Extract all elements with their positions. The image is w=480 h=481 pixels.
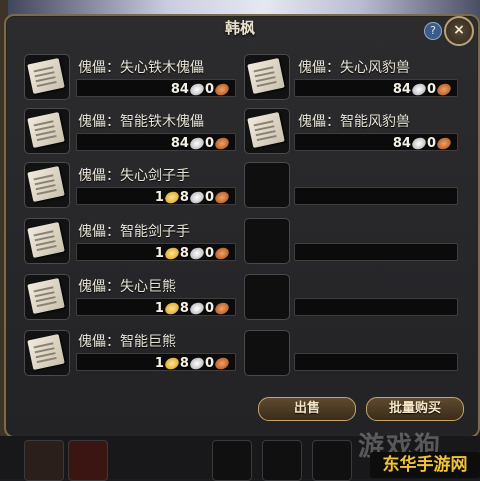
scroll-icon[interactable] (24, 330, 70, 376)
scroll-icon[interactable] (24, 108, 70, 154)
copper-coin-icon (435, 135, 453, 151)
silver-amount: 84 (170, 81, 189, 97)
gold-amount: 1 (154, 355, 164, 371)
empty-price-bar (294, 353, 458, 371)
gold-coin-icon (163, 245, 181, 261)
copper-coin-icon (435, 81, 453, 97)
bulk-buy-button[interactable]: 批量购买 (366, 397, 464, 421)
empty-item-slot[interactable] (244, 330, 290, 376)
bottom-slot[interactable] (68, 440, 108, 481)
empty-price-bar (294, 187, 458, 205)
gold-amount: 1 (154, 189, 164, 205)
copper-coin-icon (213, 245, 231, 261)
item-name: 傀儡：失心风豹兽 (298, 60, 410, 76)
item-name: 傀儡：失心剑子手 (78, 168, 190, 184)
price-bar: 84 0 (294, 133, 458, 151)
scroll-icon[interactable] (24, 218, 70, 264)
empty-item-slot[interactable] (244, 274, 290, 320)
item-name: 傀儡：智能风豹兽 (298, 114, 410, 130)
silver-amount: 84 (392, 135, 411, 151)
silver-coin-icon (410, 81, 428, 97)
silver-amount: 84 (392, 81, 411, 97)
empty-price-bar (294, 298, 458, 316)
scroll-icon[interactable] (24, 54, 70, 100)
gold-amount: 1 (154, 300, 164, 316)
copper-amount: 0 (204, 81, 214, 97)
silver-amount: 8 (179, 300, 189, 316)
silver-coin-icon (188, 300, 206, 316)
sell-button[interactable]: 出售 (258, 397, 356, 421)
copper-amount: 0 (426, 135, 436, 151)
item-name: 傀儡：失心巨熊 (78, 279, 176, 295)
item-name: 傀儡：智能铁木傀儡 (78, 114, 204, 130)
empty-item-slot[interactable] (244, 162, 290, 208)
help-icon[interactable]: ? (424, 22, 442, 40)
scroll-icon[interactable] (24, 274, 70, 320)
item-name: 傀儡：失心铁木傀儡 (78, 60, 204, 76)
silver-coin-icon (410, 135, 428, 151)
copper-coin-icon (213, 135, 231, 151)
copper-amount: 0 (426, 81, 436, 97)
copper-amount: 0 (204, 245, 214, 261)
price-bar: 84 0 (76, 133, 236, 151)
silver-amount: 8 (179, 245, 189, 261)
copper-coin-icon (213, 189, 231, 205)
silver-amount: 8 (179, 355, 189, 371)
copper-coin-icon (213, 300, 231, 316)
silver-coin-icon (188, 355, 206, 371)
empty-item-slot[interactable] (244, 218, 290, 264)
item-name: 傀儡：智能剑子手 (78, 224, 190, 240)
silver-coin-icon (188, 135, 206, 151)
copper-amount: 0 (204, 135, 214, 151)
shop-title: 韩枫 (224, 19, 255, 37)
silver-coin-icon (188, 189, 206, 205)
price-bar: 1 8 0 (76, 243, 236, 261)
copper-amount: 0 (204, 300, 214, 316)
silver-amount: 8 (179, 189, 189, 205)
price-bar: 1 8 0 (76, 353, 236, 371)
gold-amount: 1 (154, 245, 164, 261)
price-bar: 84 0 (294, 79, 458, 97)
gold-coin-icon (163, 355, 181, 371)
scroll-icon[interactable] (244, 54, 290, 100)
silver-amount: 84 (170, 135, 189, 151)
gold-coin-icon (163, 300, 181, 316)
close-icon[interactable]: × (444, 16, 474, 46)
price-bar: 84 0 (76, 79, 236, 97)
price-bar: 1 8 0 (76, 187, 236, 205)
copper-amount: 0 (204, 189, 214, 205)
bottom-slot[interactable] (312, 440, 352, 481)
silver-coin-icon (188, 81, 206, 97)
empty-price-bar (294, 243, 458, 261)
watermark-site-label: 东华手游网 (370, 452, 480, 478)
bottom-slot[interactable] (24, 440, 64, 481)
bottom-slot[interactable] (212, 440, 252, 481)
copper-amount: 0 (204, 355, 214, 371)
scroll-icon[interactable] (24, 162, 70, 208)
copper-coin-icon (213, 355, 231, 371)
bottom-slot[interactable] (262, 440, 302, 481)
price-bar: 1 8 0 (76, 298, 236, 316)
copper-coin-icon (213, 81, 231, 97)
item-name: 傀儡：智能巨熊 (78, 334, 176, 350)
scroll-icon[interactable] (244, 108, 290, 154)
silver-coin-icon (188, 245, 206, 261)
gold-coin-icon (163, 189, 181, 205)
